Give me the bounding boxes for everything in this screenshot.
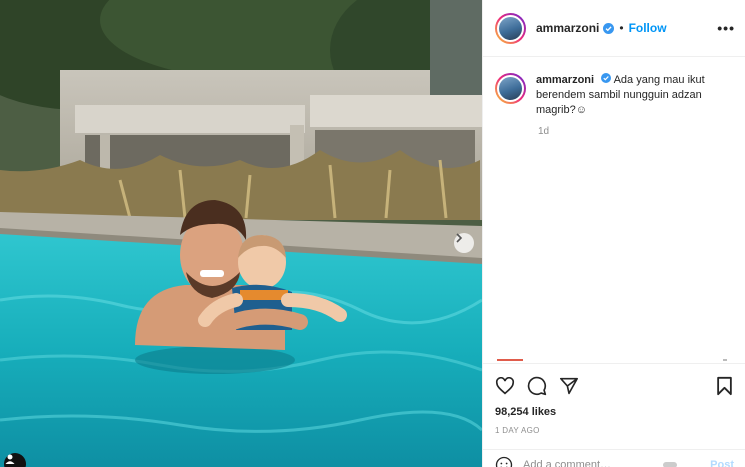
follow-button[interactable]: Follow [629,21,667,35]
comment-input[interactable] [523,458,673,467]
caption-row: ammarzoni Ada yang mau ikut berendem sam… [495,73,733,118]
action-icons-row [495,372,733,400]
emoji-icon[interactable] [495,456,513,467]
post-header: ammarzoni • Follow ••• [483,0,745,57]
heart-icon[interactable] [495,377,515,395]
input-cursor-blob [663,462,677,467]
likes-count[interactable]: 98,254 likes [495,406,733,418]
scroll-indicator [497,359,523,361]
more-options-button[interactable]: ••• [717,20,735,36]
scroll-indicator-end [723,359,727,361]
pool-scene-image [0,0,482,467]
chevron-right-icon [456,233,463,243]
next-photo-button[interactable] [454,233,474,253]
post-timestamp[interactable]: 1 DAY AGO [495,426,733,435]
action-bar: 98,254 likes 1 DAY AGO [483,363,745,435]
caption-timestamp[interactable]: 1d [538,126,733,137]
post-comment-button[interactable]: Post [710,459,734,467]
verified-badge-icon [603,22,615,34]
comments-section: ammarzoni Ada yang mau ikut berendem sam… [483,57,745,363]
user-tag-icon [5,454,15,464]
post-side-panel: ammarzoni • Follow ••• ammarzoni Ada yan… [482,0,745,467]
comment-icon[interactable] [527,376,547,396]
avatar[interactable] [495,12,526,44]
bookmark-icon[interactable] [716,376,733,396]
add-comment-bar: Post [483,449,745,467]
username-link[interactable]: ammarzoni [536,21,599,35]
post-photo[interactable] [0,0,482,467]
caption-avatar[interactable] [495,73,526,104]
caption-username[interactable]: ammarzoni [536,74,594,86]
separator-dot: • [619,21,624,35]
caption: ammarzoni Ada yang mau ikut berendem sam… [536,73,716,118]
verified-badge-icon [601,73,612,83]
share-icon[interactable] [559,377,579,395]
